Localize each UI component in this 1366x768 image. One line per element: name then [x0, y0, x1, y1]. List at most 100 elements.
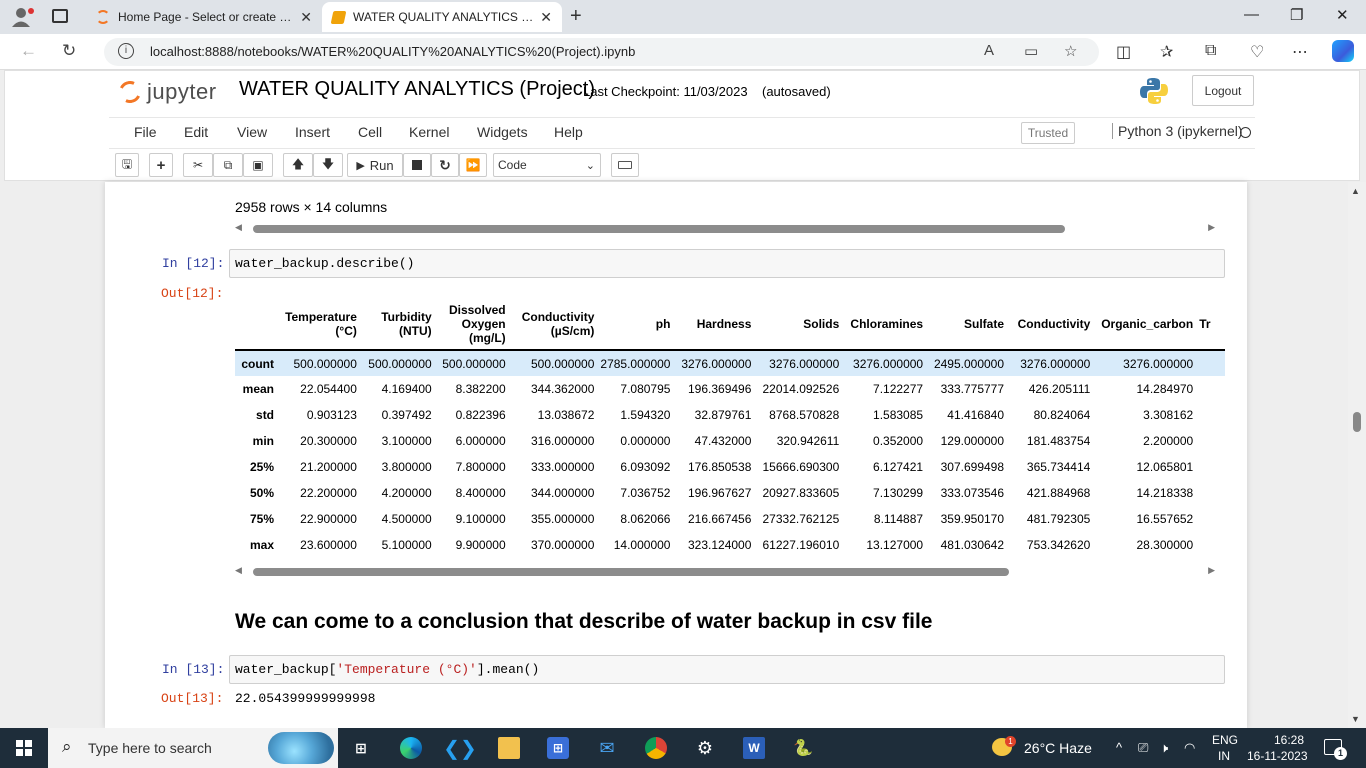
- save-button[interactable]: 🖫: [115, 153, 139, 177]
- menu-insert[interactable]: Insert: [295, 124, 330, 140]
- python-idle-icon[interactable]: 🐍: [792, 737, 814, 759]
- cell-13-output: 22.054399999999998: [235, 691, 376, 706]
- table-cell: [1197, 480, 1225, 506]
- weather-text[interactable]: 26°C Haze: [1024, 740, 1092, 756]
- mail-icon[interactable]: ✉: [596, 737, 618, 759]
- tab-close-icon[interactable]: ✕: [294, 9, 312, 26]
- minimize-icon[interactable]: —: [1244, 6, 1259, 23]
- close-window-icon[interactable]: ✕: [1336, 6, 1349, 24]
- taskbar-search-box[interactable]: ⌕ Type here to search: [48, 728, 338, 768]
- restore-icon[interactable]: ❐: [1290, 6, 1303, 24]
- menu-file[interactable]: File: [134, 124, 157, 140]
- cut-button[interactable]: ✂: [183, 153, 213, 177]
- edge-browser-icon[interactable]: [400, 737, 422, 759]
- menu-cell[interactable]: Cell: [358, 124, 382, 140]
- region-indicator[interactable]: IN: [1218, 749, 1230, 763]
- move-down-button[interactable]: 🡇: [313, 153, 343, 177]
- site-info-icon[interactable]: i: [118, 43, 134, 59]
- tab-home-page[interactable]: Home Page - Select or create a n ✕: [86, 2, 322, 32]
- scrollbar-thumb[interactable]: [253, 225, 1065, 233]
- notebook-name[interactable]: WATER QUALITY ANALYTICS (Project): [239, 78, 595, 101]
- word-icon[interactable]: W: [743, 737, 765, 759]
- output-horizontal-scrollbar[interactable]: ◀ ▶: [235, 222, 1215, 236]
- windows-start-button[interactable]: [16, 740, 32, 756]
- back-icon[interactable]: ←: [20, 41, 37, 61]
- scroll-down-icon[interactable]: ▼: [1351, 714, 1360, 724]
- workspaces-icon[interactable]: [52, 9, 68, 23]
- split-screen-icon[interactable]: ◫: [1116, 42, 1131, 62]
- tab-water-quality-notebook[interactable]: WATER QUALITY ANALYTICS (Pro ✕: [322, 2, 562, 32]
- scroll-right-icon[interactable]: ▶: [1208, 222, 1215, 233]
- jupyter-logo[interactable]: jupyter: [115, 77, 217, 107]
- page-vertical-scrollbar[interactable]: ▲ ▼: [1348, 182, 1366, 728]
- code-string: 'Temperature (°C)': [336, 662, 477, 677]
- move-up-button[interactable]: 🡅: [283, 153, 313, 177]
- favorite-star-icon[interactable]: ☆: [1064, 42, 1077, 60]
- immersive-reader-icon[interactable]: ▭: [1024, 42, 1038, 60]
- table-horizontal-scrollbar[interactable]: ◀ ▶: [235, 565, 1215, 579]
- row-label: std: [256, 408, 275, 422]
- menu-edit[interactable]: Edit: [184, 124, 208, 140]
- tab-title: WATER QUALITY ANALYTICS (Pro: [353, 10, 535, 24]
- cell-13-code[interactable]: water_backup['Temperature (°C)'].mean(): [229, 655, 1225, 684]
- column-header: Sulfate: [927, 298, 1009, 351]
- scroll-up-icon[interactable]: ▲: [1351, 186, 1360, 196]
- cell-12-code[interactable]: water_backup.describe(): [229, 249, 1225, 278]
- chrome-icon[interactable]: [645, 737, 667, 759]
- copilot-icon[interactable]: [1332, 40, 1354, 62]
- language-indicator[interactable]: ENG: [1212, 733, 1238, 747]
- scrollbar-thumb[interactable]: [1353, 412, 1361, 432]
- network-icon[interactable]: ⎚: [1138, 740, 1148, 756]
- favorites-icon[interactable]: ✰: [1160, 42, 1173, 62]
- copy-button[interactable]: ⧉: [213, 153, 243, 177]
- tab-close-icon[interactable]: ✕: [534, 9, 552, 26]
- read-aloud-icon[interactable]: A: [984, 42, 994, 59]
- clock-time[interactable]: 16:28: [1264, 733, 1314, 747]
- column-header-line: Turbidity: [381, 309, 432, 324]
- cell-type-select[interactable]: Code ⌄: [493, 153, 601, 177]
- command-palette-button[interactable]: [611, 153, 639, 177]
- table-cell: 6.127421: [873, 460, 924, 474]
- restart-run-all-button[interactable]: ⏩: [459, 153, 487, 177]
- table-cell: [1197, 428, 1225, 454]
- url-text[interactable]: localhost:8888/notebooks/WATER%20QUALITY…: [150, 44, 635, 59]
- scroll-left-icon[interactable]: ◀: [235, 222, 242, 233]
- table-cell: 80.824064: [1033, 408, 1091, 422]
- settings-gear-icon[interactable]: ⚙: [694, 737, 716, 759]
- kernel-name[interactable]: Python 3 (ipykernel): [1112, 123, 1243, 139]
- new-tab-button[interactable]: +: [570, 5, 582, 28]
- table-cell: 481.030642: [940, 538, 1005, 552]
- show-hidden-icons-chevron-icon[interactable]: ^: [1116, 740, 1122, 755]
- menu-view[interactable]: View: [237, 124, 267, 140]
- trusted-badge[interactable]: Trusted: [1021, 122, 1075, 144]
- menu-widgets[interactable]: Widgets: [477, 124, 528, 140]
- table-cell: 6.093092: [620, 460, 671, 474]
- wifi-icon[interactable]: ◠: [1184, 740, 1195, 756]
- url-field[interactable]: i localhost:8888/notebooks/WATER%20QUALI…: [104, 38, 1099, 66]
- profile-icon[interactable]: [10, 6, 36, 28]
- scroll-right-icon[interactable]: ▶: [1208, 565, 1215, 576]
- restart-button[interactable]: ↻: [431, 153, 459, 177]
- settings-more-icon[interactable]: ⋯: [1292, 42, 1308, 62]
- microsoft-store-icon[interactable]: ⊞: [547, 737, 569, 759]
- task-view-icon[interactable]: ⊞: [350, 737, 372, 759]
- clock-date[interactable]: 16-11-2023: [1247, 749, 1308, 763]
- run-label: Run: [369, 157, 394, 173]
- file-explorer-icon[interactable]: [498, 737, 520, 759]
- menu-help[interactable]: Help: [554, 124, 583, 140]
- refresh-icon[interactable]: ↻: [62, 41, 76, 61]
- paste-button[interactable]: ▣: [243, 153, 273, 177]
- insert-cell-button[interactable]: +: [149, 153, 173, 177]
- vscode-icon[interactable]: ❮❯: [443, 737, 477, 760]
- run-button[interactable]: ▶ Run: [347, 153, 403, 177]
- interrupt-button[interactable]: [403, 153, 431, 177]
- browser-essentials-icon[interactable]: ♡: [1250, 42, 1264, 62]
- scroll-left-icon[interactable]: ◀: [235, 565, 242, 576]
- volume-icon[interactable]: 🕨: [1160, 740, 1168, 756]
- scrollbar-thumb[interactable]: [253, 568, 1009, 576]
- collections-icon[interactable]: ⧉: [1205, 42, 1216, 60]
- table-row: count 500.000000 500.000000 500.000000 500.0…: [235, 350, 1225, 376]
- menu-kernel[interactable]: Kernel: [409, 124, 449, 140]
- logout-button[interactable]: Logout: [1192, 75, 1254, 106]
- column-header-line: Hardness: [696, 316, 752, 331]
